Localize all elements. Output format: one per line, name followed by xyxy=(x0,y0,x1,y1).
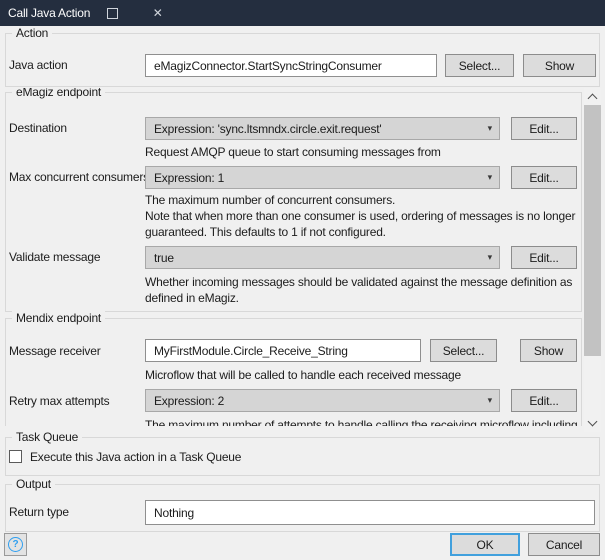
return-type-label: Return type xyxy=(9,505,69,519)
mendix-endpoint-title: Mendix endpoint xyxy=(12,311,106,326)
retry-max-attempts-edit-button[interactable]: Edit... xyxy=(511,389,577,412)
chevron-down-icon: ▾ xyxy=(487,171,493,182)
retry-max-attempts-help-clipped: The maximum number of attempts to handle… xyxy=(145,418,578,426)
return-type-value: Nothing xyxy=(154,505,194,520)
max-concurrent-consumers-help-2: Note that when more than one consumer is… xyxy=(145,209,576,239)
validate-message-dropdown[interactable]: true ▾ xyxy=(145,246,500,269)
validate-message-value: true xyxy=(154,250,174,265)
message-receiver-label: Message receiver xyxy=(9,344,101,358)
max-concurrent-consumers-edit-button[interactable]: Edit... xyxy=(511,166,577,189)
message-receiver-help: Microflow that will be called to handle … xyxy=(145,368,461,382)
max-concurrent-consumers-value: Expression: 1 xyxy=(154,170,225,185)
validate-message-edit-button[interactable]: Edit... xyxy=(511,246,577,269)
destination-label: Destination xyxy=(9,121,67,135)
destination-dropdown[interactable]: Expression: 'sync.ltsmndx.circle.exit.re… xyxy=(145,117,500,140)
window-title: Call Java Action xyxy=(8,6,91,20)
java-action-value: eMagizConnector.StartSyncStringConsumer xyxy=(154,58,382,73)
scroll-up-icon[interactable] xyxy=(587,93,598,104)
close-button[interactable]: ✕ xyxy=(135,0,180,26)
return-type-field: Nothing xyxy=(145,500,595,525)
message-receiver-show-button[interactable]: Show xyxy=(520,339,577,362)
retry-max-attempts-dropdown[interactable]: Expression: 2 ▾ xyxy=(145,389,500,412)
maximize-icon xyxy=(107,7,119,19)
task-queue-title: Task Queue xyxy=(12,430,83,445)
validate-message-help: Whether incoming messages should be vali… xyxy=(145,275,573,305)
help-button[interactable]: ? xyxy=(4,533,27,556)
retry-max-attempts-value: Expression: 2 xyxy=(154,393,225,408)
validate-message-label: Validate message xyxy=(9,250,101,264)
destination-help: Request AMQP queue to start consuming me… xyxy=(145,145,441,159)
max-concurrent-consumers-dropdown[interactable]: Expression: 1 ▾ xyxy=(145,166,500,189)
max-concurrent-consumers-help-1: The maximum number of concurrent consume… xyxy=(145,193,396,207)
message-receiver-value: MyFirstModule.Circle_Receive_String xyxy=(154,343,348,358)
java-action-select-button[interactable]: Select... xyxy=(445,54,514,77)
close-icon: ✕ xyxy=(152,6,163,20)
emagiz-endpoint-title: eMagiz endpoint xyxy=(12,88,106,100)
destination-value: Expression: 'sync.ltsmndx.circle.exit.re… xyxy=(154,121,382,136)
task-queue-checkbox[interactable] xyxy=(9,450,22,463)
maximize-button[interactable] xyxy=(90,0,135,26)
message-receiver-field[interactable]: MyFirstModule.Circle_Receive_String xyxy=(145,339,421,362)
help-icon: ? xyxy=(8,537,23,552)
message-receiver-select-button[interactable]: Select... xyxy=(430,339,497,362)
vertical-scrollbar[interactable] xyxy=(584,88,601,432)
java-action-label: Java action xyxy=(9,58,68,72)
destination-edit-button[interactable]: Edit... xyxy=(511,117,577,140)
ok-button[interactable]: OK xyxy=(450,533,520,556)
titlebar: Call Java Action ✕ xyxy=(0,0,605,26)
java-action-field[interactable]: eMagizConnector.StartSyncStringConsumer xyxy=(145,54,437,77)
action-section-title: Action xyxy=(12,26,53,41)
call-java-action-dialog: Call Java Action ✕ Action Java action eM… xyxy=(0,0,605,560)
chevron-down-icon: ▾ xyxy=(487,122,493,133)
chevron-down-icon: ▾ xyxy=(487,251,493,262)
max-concurrent-consumers-label: Max concurrent consumers xyxy=(9,170,149,184)
task-queue-checkbox-label: Execute this Java action in a Task Queue xyxy=(30,450,242,464)
java-action-show-button[interactable]: Show xyxy=(523,54,596,77)
cancel-button[interactable]: Cancel xyxy=(528,533,600,556)
endpoint-scroll-area: eMagiz endpoint Destination Expression: … xyxy=(0,88,584,426)
scrollbar-thumb[interactable] xyxy=(584,105,601,356)
retry-max-attempts-label: Retry max attempts xyxy=(9,394,110,408)
scroll-down-icon[interactable] xyxy=(587,416,598,427)
chevron-down-icon: ▾ xyxy=(487,394,493,405)
output-section-title: Output xyxy=(12,477,55,492)
